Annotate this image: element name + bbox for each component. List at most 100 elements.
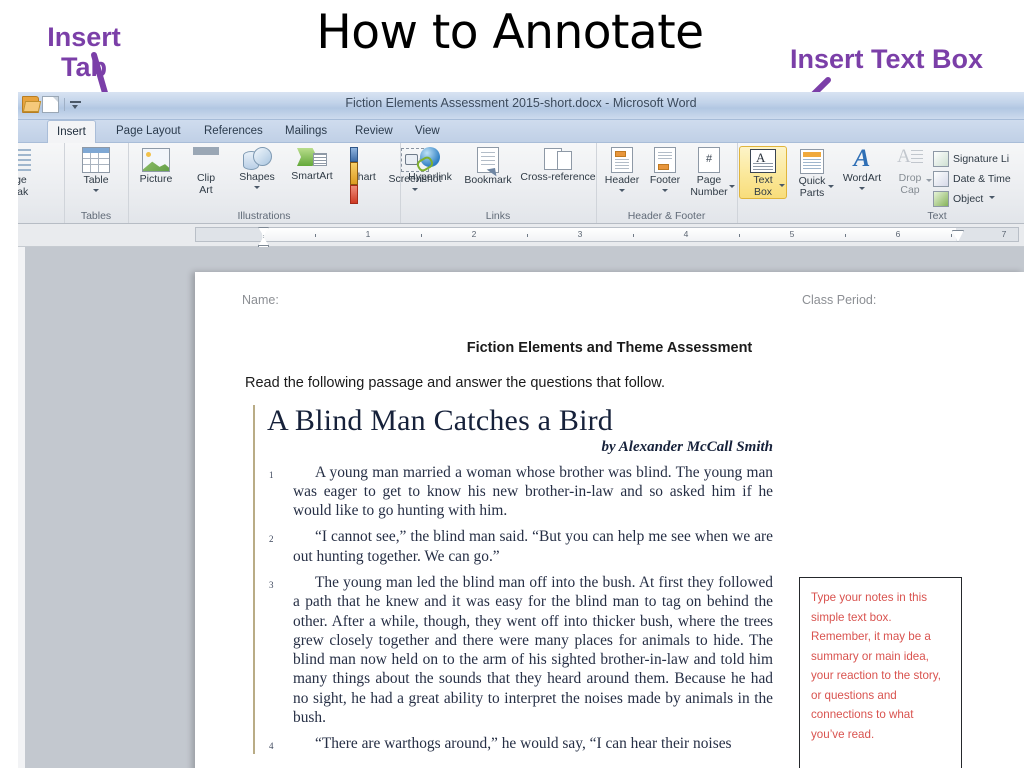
page-break-icon — [18, 149, 31, 173]
header-icon — [611, 147, 633, 173]
document-instruction: Read the following passage and answer th… — [245, 375, 665, 391]
passage-paragraph: 1 A young man married a woman whose brot… — [267, 463, 773, 521]
tab-file-stub[interactable] — [26, 121, 42, 142]
inserted-text-box[interactable]: Type your notes in this simple text box.… — [799, 577, 962, 768]
page-break-button[interactable]: age reak — [18, 149, 44, 198]
window-title: Fiction Elements Assessment 2015-short.d… — [345, 96, 697, 110]
text-box-icon — [750, 149, 776, 173]
date-time-button[interactable]: Date & Time — [933, 171, 1011, 187]
drop-cap-dropdown-caret-icon[interactable] — [924, 173, 932, 191]
table-button[interactable]: Table — [70, 147, 122, 195]
text-group: Text Box Quick Parts A WordArt Drop Cap — [737, 143, 1024, 223]
wordart-icon: A — [853, 145, 871, 172]
bookmark-icon — [477, 147, 504, 177]
tab-view[interactable]: View — [406, 121, 449, 142]
ruler-tick-7: 7 — [1001, 229, 1007, 239]
paragraph-number: 4 — [269, 741, 274, 752]
table-dropdown-caret-icon[interactable] — [70, 187, 122, 195]
ruler-bar: 1 2 3 4 5 6 7 — [18, 224, 1024, 253]
hyperlink-icon — [417, 147, 443, 170]
ruler-tick-4: 4 — [683, 229, 689, 239]
text-box-dropdown-caret-icon[interactable] — [777, 178, 785, 196]
text-group-label: Text — [927, 210, 947, 222]
date-time-icon — [933, 171, 949, 187]
chart-button[interactable]: Chart — [341, 147, 385, 204]
document-page[interactable]: Name: Class Period: Fiction Elements and… — [195, 272, 1024, 768]
smartart-button[interactable]: SmartArt — [283, 147, 341, 183]
date-time-label: Date & Time — [953, 173, 1011, 185]
pages-group: age reak — [18, 143, 65, 223]
page-number-dropdown-caret-icon[interactable] — [727, 179, 735, 197]
footer-dropdown-caret-icon[interactable] — [643, 187, 687, 195]
object-label: Object — [953, 193, 984, 205]
page-number-button[interactable]: # Page Number — [684, 147, 735, 198]
tab-insert[interactable]: Insert — [47, 120, 96, 143]
name-field-label: Name: — [242, 293, 279, 307]
cross-reference-icon — [544, 147, 572, 170]
links-group: Hyperlink Bookmark Cross-reference Links — [400, 143, 597, 223]
tab-references[interactable]: References — [195, 121, 272, 142]
tab-review[interactable]: Review — [346, 121, 402, 142]
header-label: Header — [604, 174, 640, 186]
illustrations-group-label: Illustrations — [237, 210, 291, 222]
picture-label: Picture — [139, 173, 173, 185]
chart-label: Chart — [350, 171, 376, 183]
wordart-button[interactable]: A WordArt — [835, 145, 889, 193]
hyperlink-button[interactable]: Hyperlink — [402, 147, 458, 184]
picture-button[interactable]: Picture — [130, 147, 182, 186]
illustrations-group: Picture Clip Art Shapes SmartArt Chart +… — [128, 143, 442, 223]
shapes-button[interactable]: Shapes — [231, 147, 283, 192]
header-dropdown-caret-icon[interactable] — [600, 187, 644, 195]
header-button[interactable]: Header — [600, 147, 644, 195]
ruler-tick-5: 5 — [789, 229, 795, 239]
ruler-left-margin-zone — [196, 228, 262, 241]
clip-art-label: Clip Art — [196, 172, 216, 196]
passage-paragraph: 4 “There are warthogs around,” he would … — [267, 734, 773, 753]
footer-button[interactable]: Footer — [643, 147, 687, 195]
bookmark-button[interactable]: Bookmark — [458, 147, 518, 187]
signature-line-icon — [933, 151, 949, 167]
horizontal-ruler[interactable]: 1 2 3 4 5 6 7 — [195, 227, 1019, 253]
title-bar: Fiction Elements Assessment 2015-short.d… — [18, 92, 1024, 120]
cross-reference-button[interactable]: Cross-reference — [518, 147, 598, 184]
shapes-dropdown-caret-icon[interactable] — [231, 184, 283, 192]
wordart-dropdown-caret-icon[interactable] — [835, 185, 889, 193]
footer-label: Footer — [649, 174, 681, 186]
tables-group-label: Tables — [80, 210, 112, 222]
ruler-tick-6: 6 — [895, 229, 901, 239]
paragraph-text: A young man married a woman whose brothe… — [293, 463, 773, 520]
paragraph-number: 3 — [269, 579, 274, 590]
clip-art-button[interactable]: Clip Art — [180, 147, 232, 196]
header-footer-group-label: Header & Footer — [627, 210, 706, 222]
table-label: Table — [83, 174, 109, 186]
table-icon — [82, 147, 110, 173]
hyperlink-label: Hyperlink — [408, 171, 452, 183]
paragraph-text: The young man led the blind man off into… — [293, 573, 773, 727]
object-button[interactable]: Object — [933, 191, 996, 207]
quick-parts-button[interactable]: Quick Parts — [789, 147, 835, 199]
drop-cap-button[interactable]: Drop Cap — [889, 146, 932, 196]
shapes-label: Shapes — [239, 171, 275, 183]
cross-reference-label: Cross-reference — [520, 171, 596, 183]
ribbon-tab-bar: Insert Page Layout References Mailings R… — [18, 120, 1024, 143]
smartart-label: SmartArt — [291, 170, 333, 182]
excerpt-title: A Blind Man Catches a Bird — [267, 404, 613, 437]
footer-icon — [654, 147, 676, 173]
signature-line-button[interactable]: Signature Li — [933, 151, 1009, 167]
page-number-icon: # — [698, 147, 720, 173]
tab-mailings[interactable]: Mailings — [276, 121, 336, 142]
excerpt-author: by Alexander McCall Smith — [601, 438, 773, 455]
ruler-tick-1: 1 — [365, 229, 371, 239]
text-box-button[interactable]: Text Box — [739, 146, 787, 199]
bookmark-label: Bookmark — [464, 174, 512, 186]
page-break-label: age reak — [18, 174, 29, 198]
document-canvas: Name: Class Period: Fiction Elements and… — [18, 247, 1024, 768]
ribbon: age reak Table Tables Picture — [18, 143, 1024, 224]
quick-parts-dropdown-caret-icon[interactable] — [826, 179, 834, 197]
object-dropdown-caret-icon[interactable] — [989, 196, 996, 202]
tab-page-layout[interactable]: Page Layout — [107, 121, 190, 142]
paragraph-text: “There are warthogs around,” he would sa… — [315, 735, 732, 753]
text-box-content: Type your notes in this simple text box.… — [811, 591, 941, 741]
wordart-label: WordArt — [842, 172, 882, 184]
clip-art-icon — [193, 147, 219, 171]
